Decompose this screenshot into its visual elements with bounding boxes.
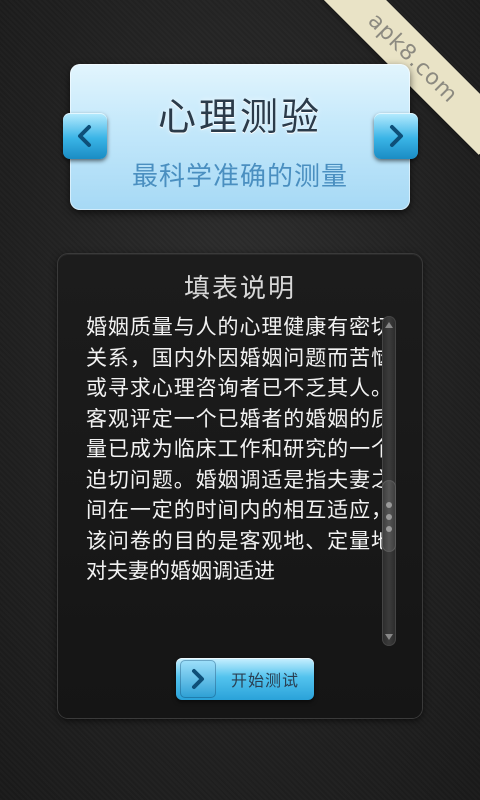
app-title: 心理测验 — [157, 95, 322, 139]
grip-dot-icon — [386, 502, 392, 508]
start-arrow-tab — [180, 660, 216, 698]
start-test-button[interactable]: 开始测试 — [176, 658, 314, 700]
chevron-left-icon — [78, 125, 91, 147]
grip-dot-icon — [386, 526, 392, 532]
title-banner: 心理测验 最科学准确的测量 — [70, 64, 410, 210]
next-button[interactable] — [374, 113, 418, 159]
chevron-right-icon — [390, 125, 403, 147]
instructions-panel: 填表说明 婚姻质量与人的心理健康有密切关系，国内外因婚姻问题而苦恼或寻求心理咨询… — [58, 254, 422, 718]
instructions-scrollbar[interactable] — [382, 316, 396, 646]
scroll-thumb[interactable] — [382, 480, 396, 552]
instructions-text[interactable]: 婚姻质量与人的心理健康有密切关系，国内外因婚姻问题而苦恼或寻求心理咨询者已不乏其… — [86, 312, 392, 648]
chevron-right-icon — [192, 669, 204, 689]
start-test-label: 开始测试 — [230, 671, 299, 690]
instructions-title: 填表说明 — [183, 274, 296, 304]
app-subtitle: 最科学准确的测量 — [131, 162, 348, 192]
grip-dot-icon — [386, 514, 392, 520]
scroll-up-arrow-icon[interactable] — [385, 322, 393, 328]
scroll-down-arrow-icon[interactable] — [385, 634, 393, 640]
previous-button[interactable] — [63, 113, 107, 159]
